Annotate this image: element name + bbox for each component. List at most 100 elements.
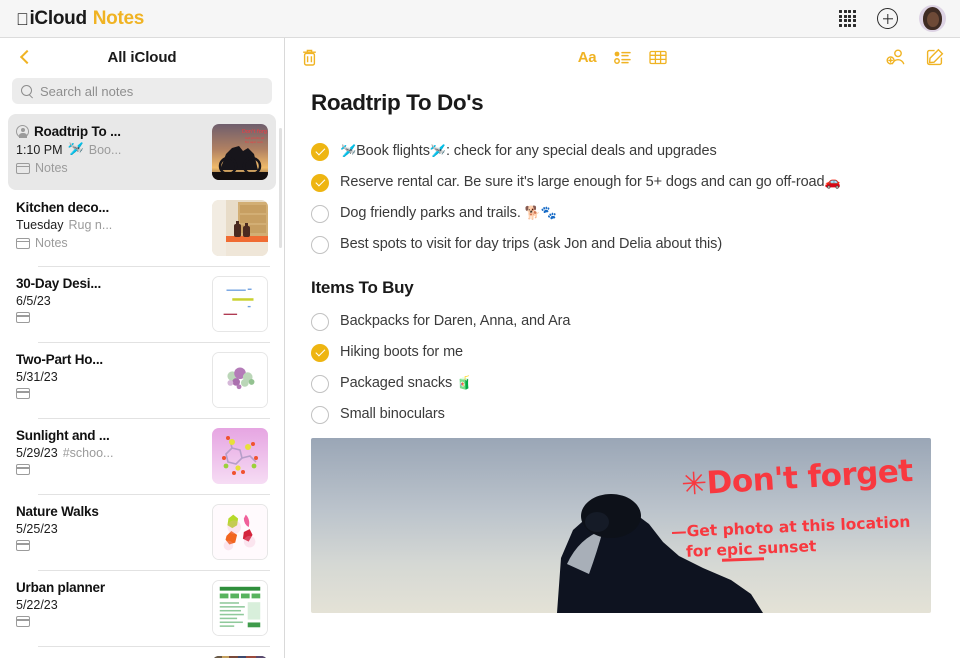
list-item[interactable]: 30-Day Desi... 6/5/23 bbox=[8, 266, 276, 342]
search-box[interactable] bbox=[12, 78, 272, 104]
folder-icon bbox=[16, 163, 30, 174]
checklist-tail: : check for any special deals and upgrad… bbox=[446, 143, 717, 159]
airplane-icon: 🛩️ bbox=[340, 144, 356, 159]
list-item[interactable]: Sunlight and ... 5/29/23 #schoo... bbox=[8, 418, 276, 494]
checklist-item[interactable]: Backpacks for Daren, Anna, and Ara bbox=[311, 312, 930, 331]
note-thumbnail bbox=[212, 200, 268, 256]
list-item[interactable]: Nature Walks 5/25/23 bbox=[8, 494, 276, 570]
note-date: Tuesday bbox=[16, 218, 63, 232]
account-avatar[interactable] bbox=[919, 5, 946, 32]
note-thumbnail bbox=[212, 276, 268, 332]
trash-icon[interactable] bbox=[301, 48, 318, 67]
sidebar-scrollbar[interactable] bbox=[279, 128, 282, 248]
list-item[interactable]: Two-Part Ho... 5/31/23 bbox=[8, 342, 276, 418]
note-snippet: Rug n... bbox=[68, 218, 112, 232]
folder-icon bbox=[16, 616, 30, 627]
note-title: Nature Walks bbox=[16, 504, 99, 519]
list-item[interactable]: Roadtrip To ... 1:10 PM 🛩️ Boo... Notes bbox=[8, 114, 276, 190]
list-item[interactable]: Kitchen deco... Tuesday Rug n... Notes bbox=[8, 190, 276, 266]
airplane-icon: 🛩️ bbox=[68, 142, 84, 157]
chevron-left-icon[interactable] bbox=[18, 50, 32, 64]
note-snippet: Boo... bbox=[89, 143, 122, 157]
checkbox-checked[interactable] bbox=[311, 174, 329, 192]
checklist-text: Reserve rental car. Be sure it's large e… bbox=[340, 174, 824, 190]
table-icon[interactable] bbox=[649, 50, 667, 65]
add-people-icon[interactable] bbox=[886, 48, 906, 66]
list-item[interactable]: Monday Mor... bbox=[8, 646, 276, 658]
checklist-item[interactable]: Reserve rental car. Be sure it's large e… bbox=[311, 173, 930, 192]
brand-icloud-label: iCloud bbox=[29, 8, 86, 30]
compose-icon[interactable] bbox=[926, 48, 944, 66]
checklist-text: Packaged snacks bbox=[340, 375, 456, 391]
checklist-label: Dog friendly parks and trails. 🐕🐾 bbox=[340, 204, 557, 222]
list-item[interactable]: Urban planner 5/22/23 bbox=[8, 570, 276, 646]
checklist-label: Small binoculars bbox=[340, 405, 445, 423]
topbar-actions bbox=[839, 5, 946, 32]
sidebar-title: All iCloud bbox=[0, 49, 284, 66]
dog-paws-icon: 🐕🐾 bbox=[525, 206, 557, 221]
app-grid-icon[interactable] bbox=[839, 10, 856, 27]
note-title: Two-Part Ho... bbox=[16, 352, 103, 367]
svg-text:for epic sun: for epic sun bbox=[245, 140, 263, 144]
folder-icon bbox=[16, 540, 30, 551]
cyclist-sunset-photo[interactable]: ✳Don't forget —Get photo at this locatio… bbox=[311, 438, 931, 613]
note-date: 5/22/23 bbox=[16, 598, 58, 612]
checklist-label: 🛩️Book flights🛩️: check for any special … bbox=[340, 142, 717, 160]
checklist-label: Packaged snacks 🧃 bbox=[340, 374, 472, 392]
checkbox-checked[interactable] bbox=[311, 143, 329, 161]
brand-logo[interactable]:  iCloud Notes bbox=[16, 8, 144, 30]
checklist-label: Backpacks for Daren, Anna, and Ara bbox=[340, 312, 570, 330]
note-date: 5/29/23 bbox=[16, 446, 58, 460]
note-heading: Roadtrip To Do's bbox=[311, 90, 930, 116]
apple-logo-icon:  bbox=[16, 11, 28, 28]
note-folder-label: Notes bbox=[35, 161, 68, 175]
icloud-notes-window:  iCloud Notes All iCloud bbox=[0, 0, 960, 658]
note-title: Kitchen deco... bbox=[16, 200, 109, 215]
note-snippet: #schoo... bbox=[63, 446, 114, 460]
note-date: 6/5/23 bbox=[16, 294, 51, 308]
note-thumbnail bbox=[212, 504, 268, 560]
checkbox-unchecked[interactable] bbox=[311, 313, 329, 331]
checklist-label: Reserve rental car. Be sure it's large e… bbox=[340, 173, 841, 191]
note-list[interactable]: Roadtrip To ... 1:10 PM 🛩️ Boo... Notes bbox=[0, 114, 284, 658]
add-icon[interactable] bbox=[877, 8, 898, 29]
svg-text:Don't forg: Don't forg bbox=[242, 129, 267, 135]
checkbox-checked[interactable] bbox=[311, 344, 329, 362]
note-title: 30-Day Desi... bbox=[16, 276, 101, 291]
editor-format-tools: Aa bbox=[285, 49, 960, 66]
editor-toolbar: Aa bbox=[285, 38, 960, 76]
search-container bbox=[0, 76, 284, 114]
juice-box-icon: 🧃 bbox=[456, 376, 472, 391]
sidebar-header: All iCloud bbox=[0, 38, 284, 76]
checkbox-unchecked[interactable] bbox=[311, 406, 329, 424]
car-icon: 🚗 bbox=[824, 175, 840, 190]
editor-right-tools bbox=[886, 48, 944, 66]
note-title: Sunlight and ... bbox=[16, 428, 110, 443]
checklist-item[interactable]: 🛩️Book flights🛩️: check for any special … bbox=[311, 142, 930, 161]
note-thumbnail bbox=[212, 580, 268, 636]
checkbox-unchecked[interactable] bbox=[311, 236, 329, 254]
note-title: Urban planner bbox=[16, 580, 105, 595]
checklist-label: Best spots to visit for day trips (ask J… bbox=[340, 235, 722, 253]
checklist-item[interactable]: Small binoculars bbox=[311, 405, 930, 424]
checklist-icon[interactable] bbox=[614, 50, 631, 65]
folder-icon bbox=[16, 238, 30, 249]
text-format-icon[interactable]: Aa bbox=[578, 49, 597, 66]
checklist-item[interactable]: Best spots to visit for day trips (ask J… bbox=[311, 235, 930, 254]
brand-app-label: Notes bbox=[93, 8, 144, 30]
checklist-item[interactable]: Dog friendly parks and trails. 🐕🐾 bbox=[311, 204, 930, 223]
note-thumbnail: Don't forg Get photo at for epic sun bbox=[212, 124, 268, 180]
note-thumbnail bbox=[212, 428, 268, 484]
airplane-icon: 🛩️ bbox=[430, 144, 446, 159]
note-date: 5/25/23 bbox=[16, 522, 58, 536]
checklist-item[interactable]: Hiking boots for me bbox=[311, 343, 930, 362]
checkbox-unchecked[interactable] bbox=[311, 375, 329, 393]
note-content[interactable]: Roadtrip To Do's 🛩️Book flights🛩️: check… bbox=[285, 76, 960, 658]
checkbox-unchecked[interactable] bbox=[311, 205, 329, 223]
checklist-item[interactable]: Packaged snacks 🧃 bbox=[311, 374, 930, 393]
search-input[interactable] bbox=[40, 84, 263, 99]
note-date: 5/31/23 bbox=[16, 370, 58, 384]
notes-sidebar: All iCloud Roadtrip To ... bbox=[0, 38, 285, 658]
note-folder-label: Notes bbox=[35, 236, 68, 250]
folder-icon bbox=[16, 464, 30, 475]
